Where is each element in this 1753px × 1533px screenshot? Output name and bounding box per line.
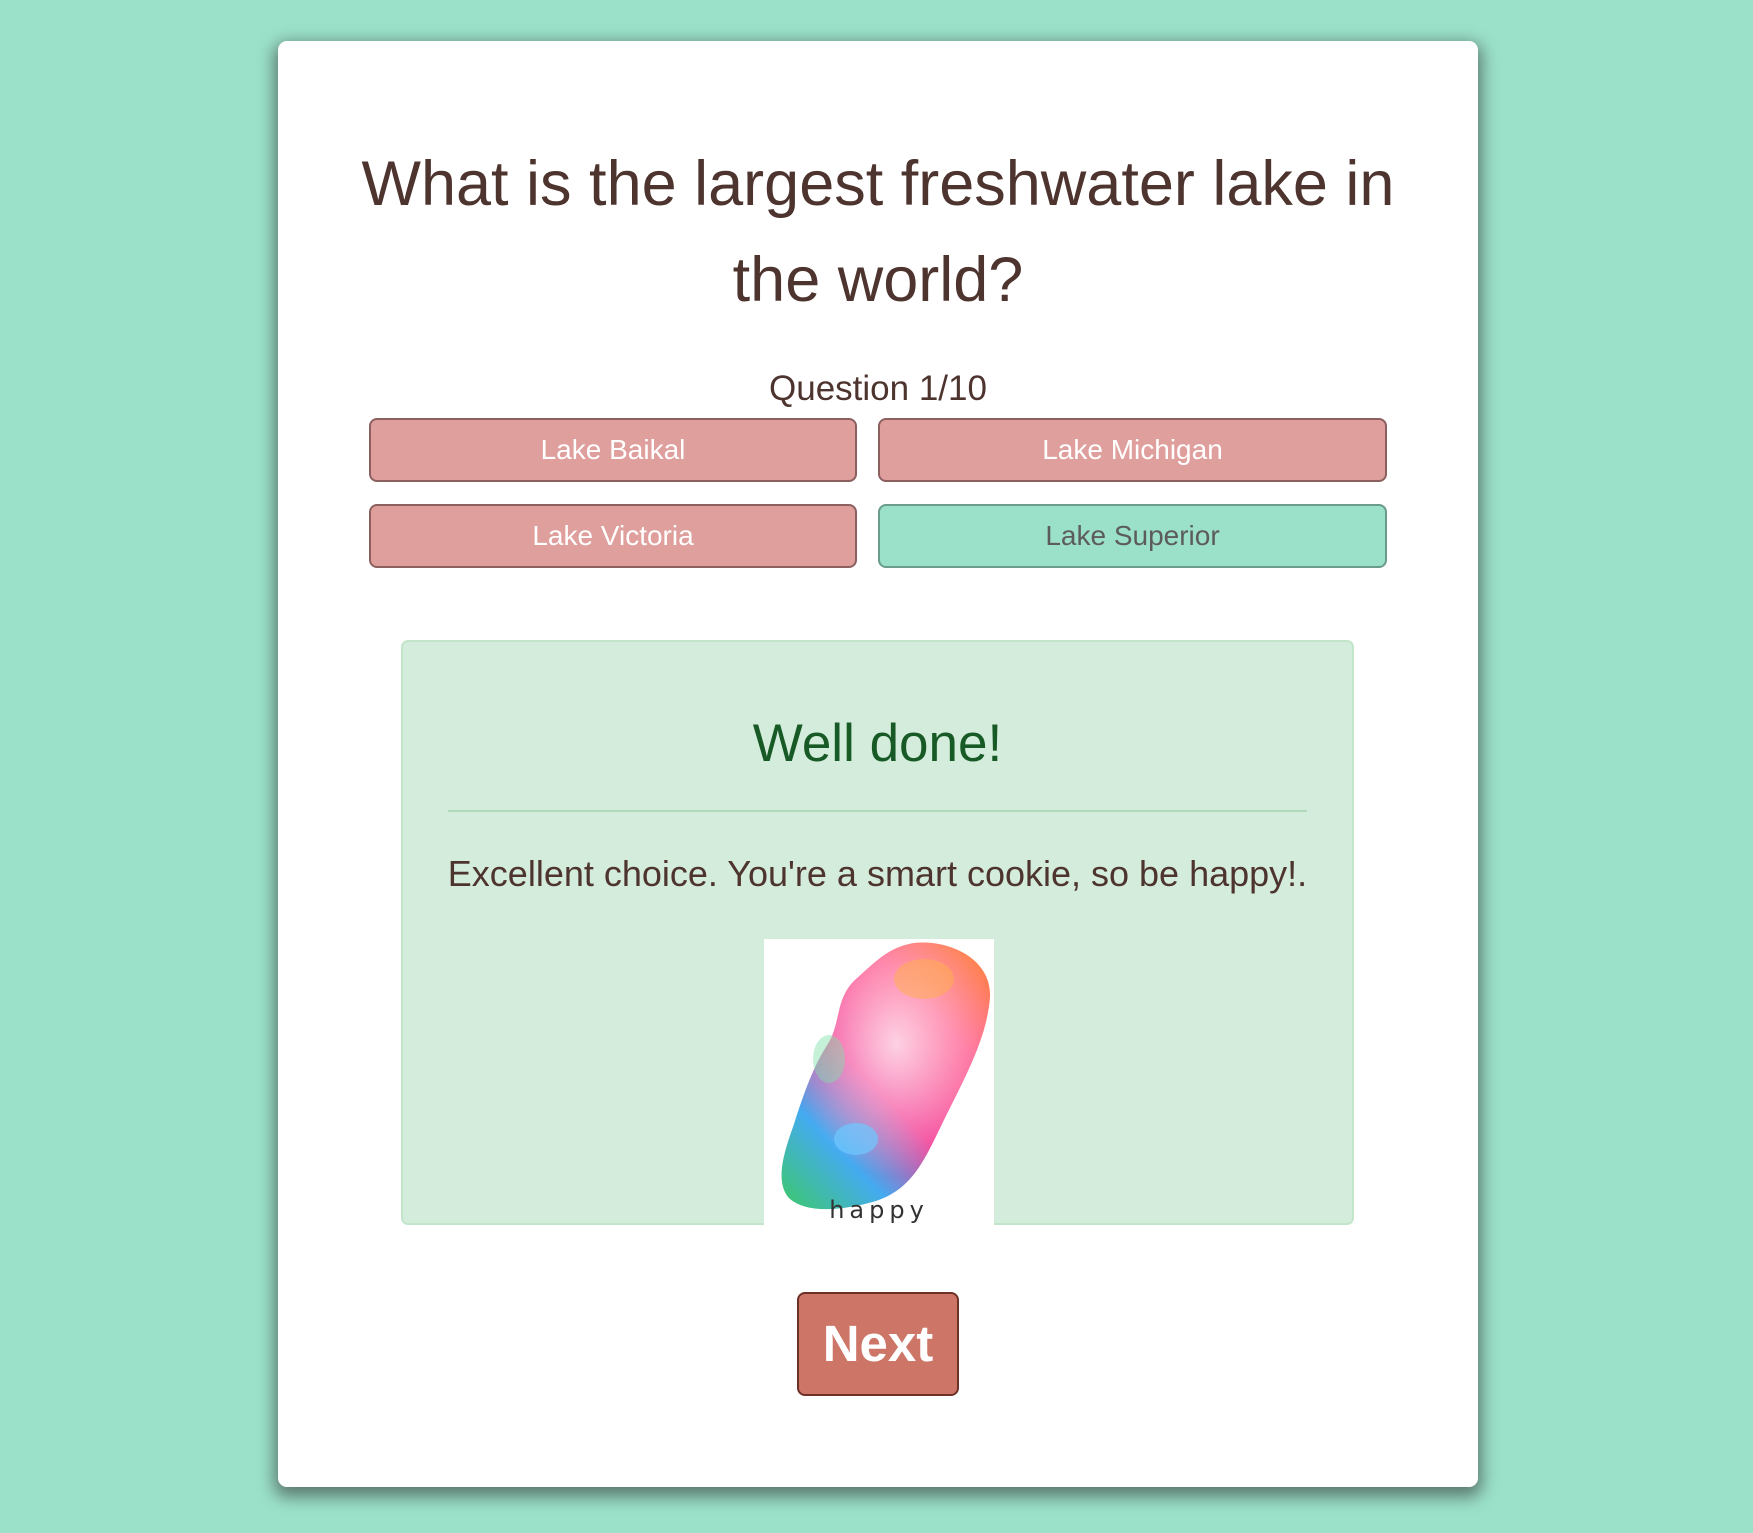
feedback-panel: Well done! Excellent choice. You're a sm…	[401, 640, 1354, 1239]
next-button[interactable]: Next	[797, 1292, 959, 1396]
quiz-card: What is the largest freshwater lake in t…	[278, 41, 1478, 1487]
question-counter: Question 1/10	[769, 369, 987, 408]
answer-button-lake-baikal[interactable]: Lake Baikal	[369, 418, 857, 482]
answer-button-lake-michigan[interactable]: Lake Michigan	[878, 418, 1387, 482]
image-caption: happy	[829, 1196, 929, 1224]
happy-image: happy	[764, 939, 994, 1239]
answer-button-lake-superior[interactable]: Lake Superior	[878, 504, 1387, 568]
answer-button-lake-victoria[interactable]: Lake Victoria	[369, 504, 857, 568]
question-title: What is the largest freshwater lake in t…	[361, 149, 1395, 315]
feedback-message: Excellent choice. You're a smart cookie,…	[447, 853, 1308, 894]
feedback-title: Well done!	[752, 714, 1003, 773]
happy-watercolor-image: happy	[781, 942, 991, 1224]
feedback-divider	[448, 810, 1307, 812]
